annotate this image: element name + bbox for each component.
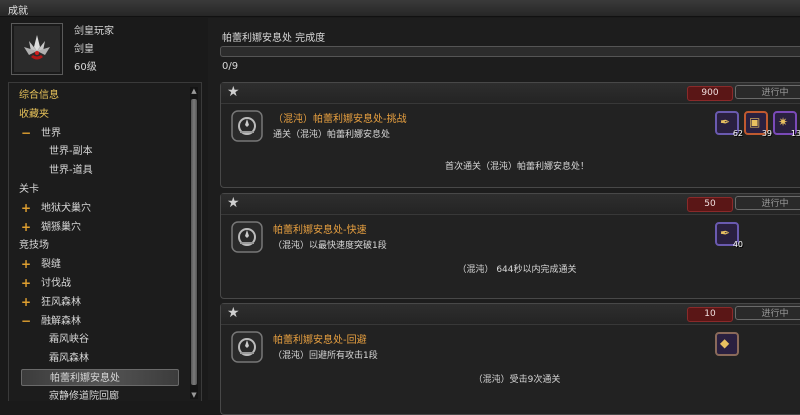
tree-item-label: 猢猻巢穴 xyxy=(41,221,81,233)
card-header: ★ 900 进行中 xyxy=(221,83,800,104)
achievement-card[interactable]: ★ 900 进行中 （混沌）帕蕾利娜安息处-挑战 通关（混沌）帕蕾利娜安息处首次通关（混… xyxy=(220,82,800,188)
achievement-badge-icon xyxy=(231,331,263,363)
reward-item[interactable]: ▣ 39 xyxy=(744,111,772,138)
tree-item-label: 融解森林 xyxy=(41,315,81,327)
achievement-card[interactable]: ★ 50 进行中帕蕾利娜安息处-快速 （混沌）以最快速度突破1段 （混沌） 644秒以内… xyxy=(220,193,800,299)
expand-icon[interactable]: + xyxy=(21,200,31,217)
window-titlebar[interactable]: 成就 xyxy=(0,0,800,17)
achievement-description: （混沌）以最快速度突破1段 xyxy=(273,241,387,251)
tree-item-label: 裂缝 xyxy=(41,259,61,271)
feather-scroll-icon: ✒ xyxy=(720,115,731,129)
achievement-badge-icon xyxy=(231,110,263,142)
progress-count: 0/9 xyxy=(222,61,239,72)
completion-progress-bar xyxy=(220,46,800,57)
card-header: ★ 50 进行中 xyxy=(221,194,800,215)
achievement-title: （混沌）帕蕾利娜安息处-挑战 xyxy=(273,114,407,125)
achievement-points: 900 xyxy=(687,86,733,101)
reward-quantity: 40 xyxy=(732,240,743,249)
tree-item-label: 寂静修道院回廊 xyxy=(49,390,119,402)
reward-item[interactable]: ◆ xyxy=(715,332,739,356)
card-header: ★ 10 进行中 xyxy=(221,304,800,325)
progress-title: 帕蕾利娜安息处 完成度 xyxy=(222,33,326,44)
achievement-status: 进行中 xyxy=(735,306,800,320)
feather-scroll-icon: ✒ xyxy=(720,226,731,240)
category-tree[interactable]: 综合信息 收藏夹 − 世界 世界-副本 世界-道具 关卡 + 地狱犬巢穴 + 猢猻巢穴 竞技场 + 裂缝 +… xyxy=(8,82,202,402)
class-emblem-icon xyxy=(11,23,63,75)
collapse-icon[interactable]: − xyxy=(21,313,31,330)
collapse-icon[interactable]: − xyxy=(21,125,31,142)
tree-item-label: 讨伐战 xyxy=(41,278,71,289)
tree-item-label: 霜风峡谷 xyxy=(49,334,89,346)
achievement-points: 50 xyxy=(687,197,733,212)
reward-item[interactable]: ✒ 62 xyxy=(715,111,743,138)
tree-item-label: 竞技场 xyxy=(19,240,49,252)
reward-quantity: 62 xyxy=(732,129,743,138)
expand-icon[interactable]: + xyxy=(21,294,31,311)
player-job: 剑皇 xyxy=(74,44,94,55)
achievement-title: 帕蕾利娜安息处-快速 xyxy=(273,225,367,236)
achievement-panel: 帕蕾利娜安息处 完成度 0/9 ★ 900 进行中 （混沌）帕蕾利娜安息处-挑战 通关（… xyxy=(208,18,800,415)
achievement-badge-icon xyxy=(231,221,263,253)
achievement-condition: （混沌）受击9次通关 xyxy=(473,375,561,385)
achievement-status: 进行中 xyxy=(735,85,800,99)
tree-item-label: 世界 xyxy=(41,127,61,139)
tree-item-label: 收藏夹 xyxy=(19,108,49,120)
achievement-status: 进行中 xyxy=(735,196,800,210)
player-profile: 剑皇玩家 剑皇 60级 xyxy=(8,20,204,75)
scroll-down-icon[interactable]: ▼ xyxy=(190,391,198,399)
achievement-card[interactable]: ★ 10 进行中帕蕾利娜安息处-回避 （混沌）回避所有攻击1段 （混沌）受击9次通关 ◆ xyxy=(220,303,800,415)
expand-icon[interactable]: + xyxy=(21,275,31,292)
window-title: 成就 xyxy=(8,6,28,17)
reward-item[interactable]: ✒ 40 xyxy=(715,222,743,249)
tree-item-label: 霜风森林 xyxy=(49,353,89,365)
expand-icon[interactable]: + xyxy=(21,219,31,236)
tree-item-label: 狂风森林 xyxy=(41,296,81,308)
achievement-condition: 首次通关（混沌）帕蕾利娜安息处！ xyxy=(444,162,589,172)
scroll-thumb[interactable] xyxy=(191,99,197,385)
tree-item[interactable]: 帕蕾利娜安息处 xyxy=(21,369,179,386)
achievement-condition: （混沌） 644秒以内完成通关 xyxy=(457,265,577,275)
favorite-star-icon[interactable]: ★ xyxy=(227,84,240,100)
favorite-star-icon[interactable]: ★ xyxy=(227,305,240,321)
crystal-icon: ◆ xyxy=(720,336,730,350)
achievement-description: 通关（混沌）帕蕾利娜安息处 xyxy=(273,130,391,140)
tree-scrollbar[interactable]: ▲ ▼ xyxy=(190,87,198,399)
tree-item-label: 地狱犬巢穴 xyxy=(41,202,91,214)
reward-item[interactable]: ✷ 13 xyxy=(773,111,800,138)
gear-bundle-icon: ✷ xyxy=(778,115,789,129)
player-name: 剑皇玩家 xyxy=(74,26,114,37)
reward-quantity: 13 xyxy=(790,129,800,138)
scroll-up-icon[interactable]: ▲ xyxy=(190,87,198,95)
tree-item-label: 世界-道具 xyxy=(49,165,93,177)
expand-icon[interactable]: + xyxy=(21,256,31,273)
tree-item-label: 世界-副本 xyxy=(49,146,93,158)
tree-item-label: 帕蕾利娜安息处 xyxy=(50,373,120,384)
player-level: 60级 xyxy=(74,62,97,73)
tree-item-label: 关卡 xyxy=(19,184,39,195)
reward-quantity: 39 xyxy=(761,129,772,138)
favorite-star-icon[interactable]: ★ xyxy=(227,195,240,211)
tree-item-label: 综合信息 xyxy=(19,90,59,101)
achievement-title: 帕蕾利娜安息处-回避 xyxy=(273,335,367,346)
achievement-points: 10 xyxy=(687,307,733,322)
achievement-description: （混沌）回避所有攻击1段 xyxy=(273,351,378,361)
box-icon: ▣ xyxy=(749,115,761,129)
